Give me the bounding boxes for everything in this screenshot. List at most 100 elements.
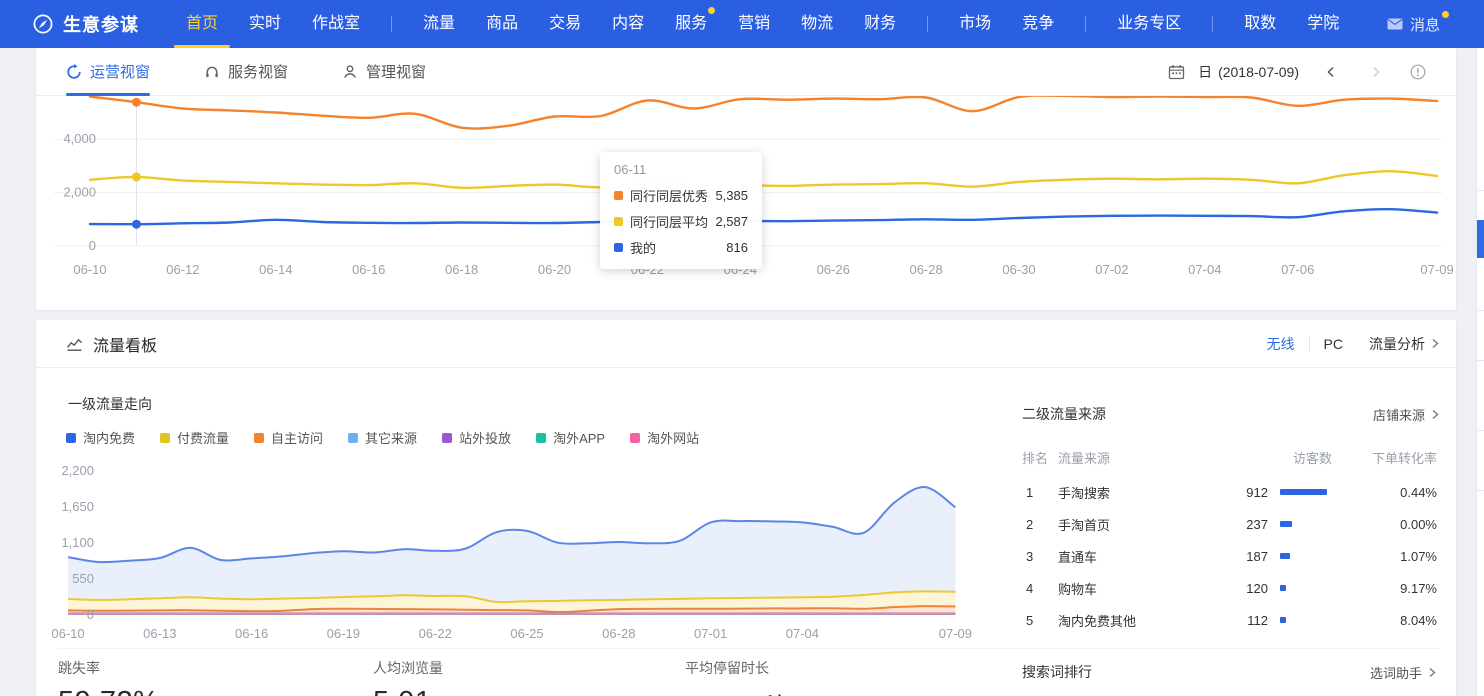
nav-item-realtime[interactable]: 实时 (249, 0, 281, 48)
tab-label: 服务视窗 (228, 61, 288, 82)
visitors-bar (1268, 617, 1332, 623)
scrollbar-thumb[interactable] (1477, 220, 1484, 258)
source-table-rows: 1 手淘搜索 912 0.44%2 手淘首页 237 0.00%3 直通车 18… (1022, 476, 1437, 636)
tooltip-row: 同行同层优秀 5,385 (614, 186, 748, 205)
badge-dot (708, 7, 715, 14)
nav-item-market[interactable]: 市场 (959, 0, 991, 48)
rank-cell: 2 (1022, 517, 1058, 532)
svg-text:0: 0 (89, 238, 96, 253)
nav-divider (927, 16, 928, 32)
series-name: 我的 (630, 238, 656, 257)
search-words-title: 搜索词排行 (1022, 662, 1092, 682)
conversion-cell: 8.04% (1332, 613, 1437, 628)
brand[interactable]: 生意参谋 (0, 11, 186, 37)
col-rank: 排名 (1022, 448, 1058, 467)
nav-item-finance[interactable]: 财务 (864, 0, 896, 48)
traffic-board-card: 流量看板 无线 PC 流量分析 一级流量走向 淘内免费 付费流量 自主访问 其它… (36, 320, 1456, 696)
rank-cell: 5 (1022, 613, 1058, 628)
nav-item-service[interactable]: 服务 (675, 0, 707, 48)
source-name-cell[interactable]: 购物车 (1058, 579, 1212, 598)
table-row: 4 购物车 120 9.17% (1022, 572, 1437, 604)
nav-item-traffic[interactable]: 流量 (423, 0, 455, 48)
nav-item-academy[interactable]: 学院 (1307, 0, 1339, 48)
nav-item-data-extract[interactable]: 取数 (1244, 0, 1276, 48)
primary-trend-svg (36, 320, 996, 650)
nav-item-goods[interactable]: 商品 (486, 0, 518, 48)
col-conversion: 下单转化率 (1332, 448, 1437, 467)
chevron-right-icon[interactable] (1369, 65, 1383, 79)
nav-divider (1085, 16, 1086, 32)
nav-item-business-zone[interactable]: 业务专区 (1117, 0, 1181, 48)
x-tick: 06-30 (987, 262, 1051, 277)
visitors-cell: 187 (1212, 549, 1268, 564)
tooltip-row: 同行同层平均 2,587 (614, 212, 748, 231)
nav-divider (391, 16, 392, 32)
channel-tab-wireless[interactable]: 无线 (1267, 334, 1295, 354)
series-swatch (614, 217, 623, 226)
x-tick: 06-25 (497, 626, 557, 641)
source-name-cell[interactable]: 手淘搜索 (1058, 483, 1212, 502)
shop-source-link[interactable]: 店铺来源 (1373, 405, 1440, 424)
nav-divider (1212, 16, 1213, 32)
nav-item-marketing[interactable]: 营销 (738, 0, 770, 48)
source-table-header: 排名 流量来源 访客数 下单转化率 (1022, 448, 1437, 467)
x-tick: 06-20 (523, 262, 587, 277)
channel-tab-pc[interactable]: PC (1324, 336, 1343, 352)
chevron-left-icon[interactable] (1324, 65, 1338, 79)
visitors-cell: 912 (1212, 485, 1268, 500)
tab-operation-view[interactable]: 运营视窗 (66, 48, 150, 96)
nav-item-home[interactable]: 首页 (186, 0, 218, 48)
visitors-bar (1268, 521, 1332, 527)
source-name-cell[interactable]: 手淘首页 (1058, 515, 1212, 534)
y-tick: 1,650 (36, 499, 94, 514)
nav-item-logistics[interactable]: 物流 (801, 0, 833, 48)
tooltip-row: 我的 816 (614, 238, 748, 257)
nav-item-message[interactable]: 消息 (1387, 14, 1440, 35)
svg-text:4,000: 4,000 (63, 131, 96, 146)
secondary-source-panel: 二级流量来源 店铺来源 排名 流量来源 访客数 下单转化率 1 手淘搜索 912… (1022, 404, 1440, 696)
conversion-cell: 0.44% (1332, 485, 1437, 500)
word-helper-link[interactable]: 选词助手 (1370, 663, 1437, 682)
nav-item-trade[interactable]: 交易 (549, 0, 581, 48)
series-value: 816 (726, 240, 748, 255)
stat-label: 跳失率 (58, 658, 159, 678)
refresh-icon (66, 64, 82, 80)
source-name-cell[interactable]: 直通车 (1058, 547, 1212, 566)
y-tick: 1,100 (36, 535, 94, 550)
date-controls: 日 (2018-07-09) (1168, 62, 1426, 82)
svg-text:2,000: 2,000 (63, 185, 96, 200)
word-helper-label: 选词助手 (1370, 663, 1422, 682)
nav-item-competition[interactable]: 竞争 (1022, 0, 1054, 48)
y-tick: 2,200 (36, 463, 94, 478)
chevron-right-icon (1430, 409, 1440, 420)
x-tick: 06-13 (130, 626, 190, 641)
traffic-analysis-link[interactable]: 流量分析 (1369, 334, 1440, 354)
x-tick: 07-09 (925, 626, 985, 641)
page-scrollbar[interactable] (1476, 48, 1484, 696)
x-tick: 06-10 (38, 626, 98, 641)
conversion-cell: 1.07% (1332, 549, 1437, 564)
nav-item-content[interactable]: 内容 (612, 0, 644, 48)
tab-service-view[interactable]: 服务视窗 (204, 48, 288, 96)
stat-label: 人均浏览量 (373, 658, 443, 678)
x-tick: 06-16 (222, 626, 282, 641)
tab-management-view[interactable]: 管理视窗 (342, 48, 426, 96)
source-name-cell[interactable]: 淘内免费其他 (1058, 611, 1212, 630)
chevron-right-icon (1430, 338, 1440, 349)
stat-label: 平均停留时长 (685, 658, 790, 678)
x-tick: 07-04 (772, 626, 832, 641)
table-row: 5 淘内免费其他 112 8.04% (1022, 604, 1437, 636)
date-mode: 日 (1198, 62, 1212, 82)
info-icon[interactable] (1410, 64, 1426, 80)
nav-item-war-room[interactable]: 作战室 (312, 0, 360, 48)
divider (1309, 337, 1310, 351)
date-value: (2018-07-09) (1218, 64, 1299, 80)
tab-label: 管理视窗 (366, 61, 426, 82)
col-visitors: 访客数 (1212, 448, 1332, 467)
date-selector[interactable]: 日 (2018-07-09) (1198, 62, 1299, 82)
calendar-icon[interactable] (1168, 64, 1185, 80)
envelope-icon (1387, 18, 1403, 30)
series-name: 同行同层优秀 (630, 186, 708, 205)
x-tick: 06-28 (894, 262, 958, 277)
search-words-header: 搜索词排行 选词助手 (1022, 662, 1437, 682)
